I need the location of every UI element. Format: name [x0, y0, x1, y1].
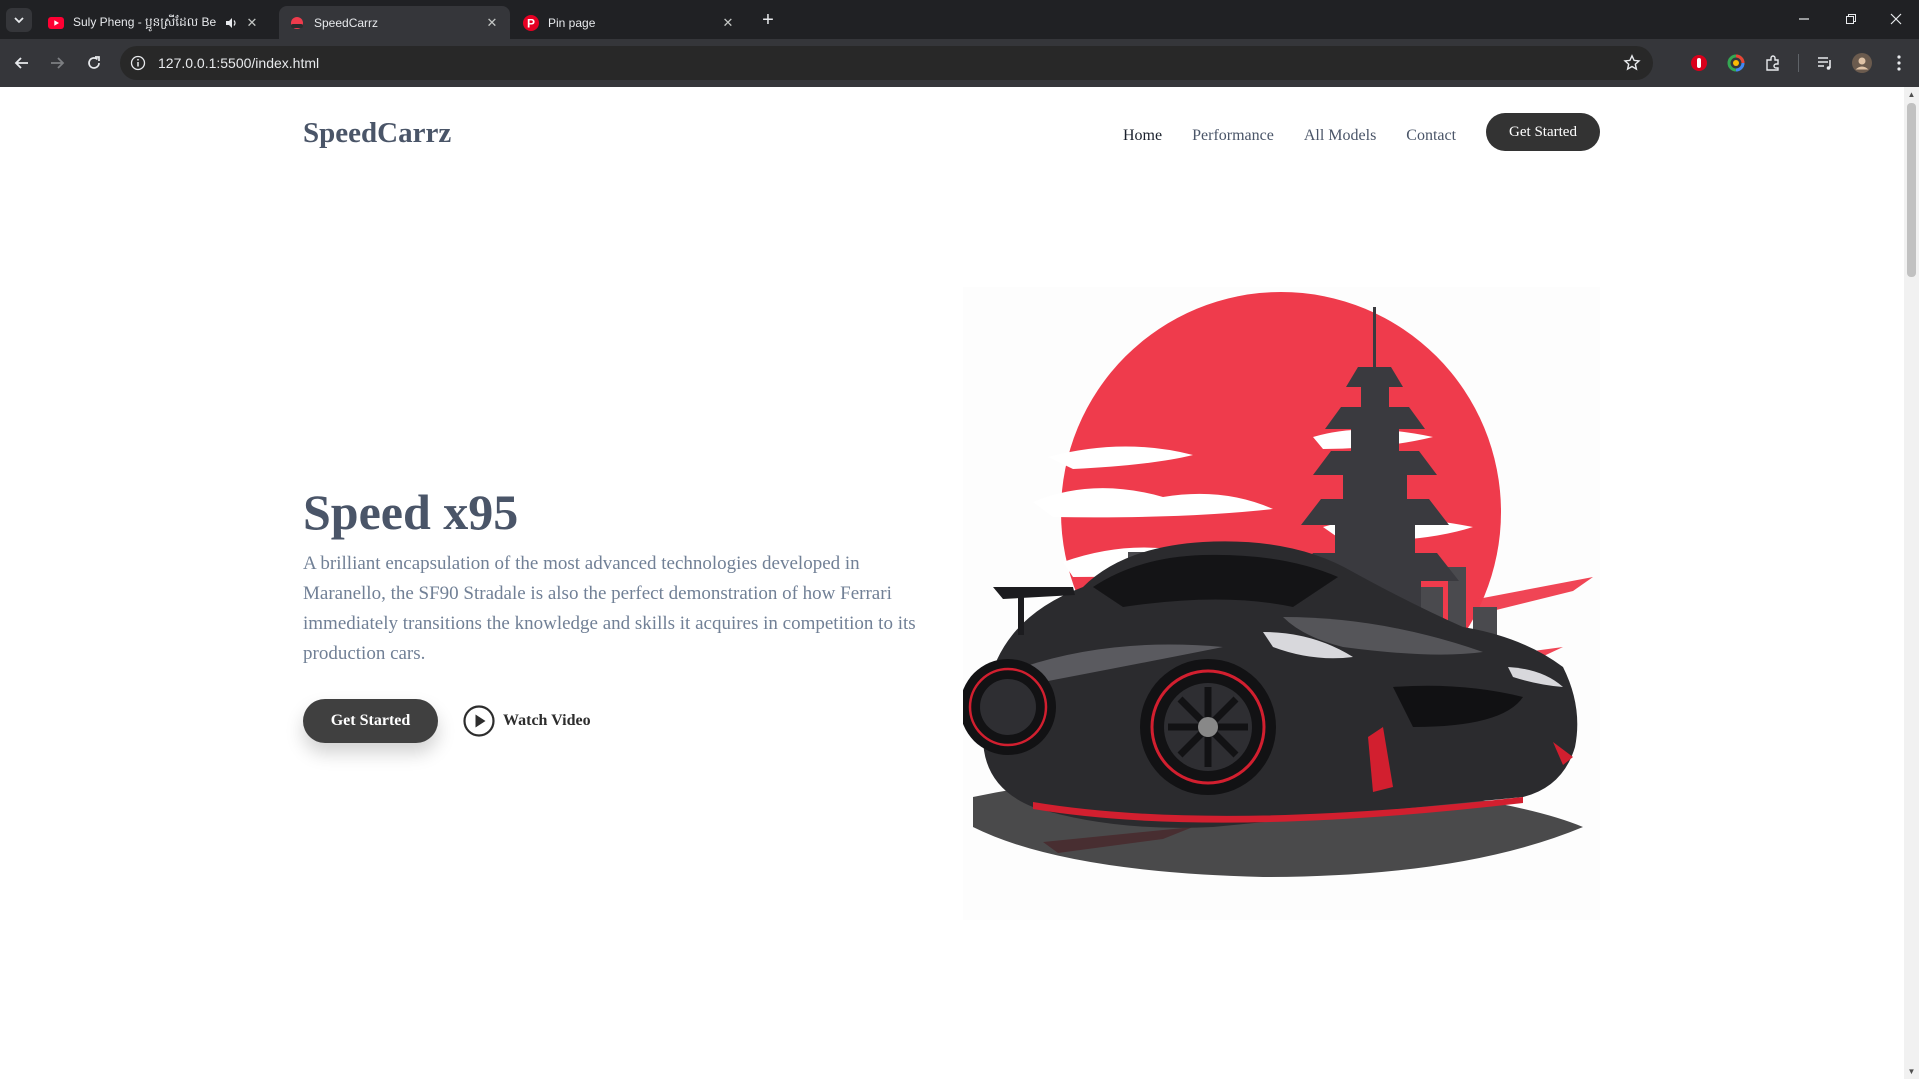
address-bar[interactable]: 127.0.0.1:5500/index.html	[120, 46, 1653, 80]
restore-icon	[1846, 14, 1856, 24]
profile-avatar[interactable]	[1851, 52, 1873, 74]
arrow-right-icon	[51, 57, 65, 69]
new-tab-button[interactable]: +	[756, 9, 780, 33]
reload-button[interactable]	[82, 51, 106, 75]
forward-button[interactable]	[45, 51, 69, 75]
hero-title: Speed x95	[303, 484, 519, 540]
svg-text:P: P	[527, 16, 535, 30]
minimize-icon	[1799, 18, 1809, 20]
tab-title: SpeedCarrz	[314, 15, 379, 30]
scroll-up-arrow-icon[interactable]: ▲	[1907, 90, 1916, 99]
youtube-icon	[48, 15, 64, 31]
scrollbar-thumb[interactable]	[1907, 103, 1916, 277]
play-circle-icon	[463, 705, 495, 737]
tab-title: Suly Pheng - ប្អូនស្រីដែល Be	[73, 14, 217, 29]
url-text[interactable]: 127.0.0.1:5500/index.html	[158, 55, 319, 71]
close-tab-icon[interactable]: ✕	[244, 15, 260, 31]
close-icon	[1890, 13, 1902, 25]
tab-speedcarrz[interactable]: SpeedCarrz ✕	[279, 6, 510, 39]
nav-link-performance[interactable]: Performance	[1192, 127, 1274, 145]
close-tab-icon[interactable]: ✕	[720, 15, 736, 31]
header-get-started-button[interactable]: Get Started	[1486, 113, 1600, 151]
site-info-icon[interactable]	[130, 55, 146, 71]
scroll-down-arrow-icon[interactable]: ▼	[1907, 1067, 1916, 1076]
restore-button[interactable]	[1837, 8, 1865, 32]
site-header: SpeedCarrz Home Performance All Models C…	[303, 113, 1600, 157]
reload-icon	[88, 56, 100, 69]
chevron-down-icon	[14, 17, 24, 24]
close-window-button[interactable]	[1882, 8, 1910, 32]
browser-toolbar: 127.0.0.1:5500/index.html	[0, 39, 1919, 87]
nav-link-all-models[interactable]: All Models	[1304, 127, 1376, 145]
close-tab-icon[interactable]: ✕	[484, 15, 500, 31]
toolbar-divider	[1798, 54, 1799, 72]
media-control-icon[interactable]	[1814, 52, 1836, 74]
nav-link-contact[interactable]: Contact	[1406, 127, 1456, 145]
watch-video-button[interactable]: Watch Video	[463, 704, 591, 738]
hero-description: A brilliant encapsulation of the most ad…	[303, 553, 916, 664]
pinterest-icon: P	[523, 14, 539, 31]
sports-car-illustration	[960, 292, 1593, 877]
hero-get-started-button[interactable]: Get Started	[303, 699, 438, 743]
arrow-left-icon	[14, 57, 28, 69]
main-nav: Home Performance All Models Contact	[1123, 127, 1456, 145]
extensions-puzzle-icon[interactable]	[1762, 52, 1784, 74]
extension-red-icon[interactable]	[1688, 52, 1710, 74]
hero-car-image	[960, 287, 1600, 920]
tab-title: Pin page	[548, 15, 596, 30]
back-button[interactable]	[10, 51, 34, 75]
bookmark-star-icon[interactable]	[1623, 54, 1641, 72]
site-favicon	[289, 15, 305, 31]
tab-pinterest[interactable]: P Pin page ✕	[513, 6, 746, 39]
tab-search-button[interactable]	[6, 8, 32, 32]
page-viewport: SpeedCarrz Home Performance All Models C…	[0, 87, 1919, 1079]
site-logo[interactable]: SpeedCarrz	[303, 117, 451, 150]
extension-color-icon[interactable]	[1725, 52, 1747, 74]
watch-video-label: Watch Video	[503, 712, 591, 729]
browser-menu-icon[interactable]	[1888, 52, 1910, 74]
speaker-icon[interactable]	[224, 16, 238, 30]
page-scrollbar[interactable]: ▲ ▼	[1904, 87, 1919, 1079]
browser-tabstrip: Suly Pheng - ប្អូនស្រីដែល Be ✕ SpeedCarr…	[0, 0, 1919, 39]
tab-youtube[interactable]: Suly Pheng - ប្អូនស្រីដែល Be ✕	[38, 6, 270, 39]
minimize-button[interactable]	[1790, 8, 1818, 32]
nav-link-home[interactable]: Home	[1123, 127, 1162, 145]
